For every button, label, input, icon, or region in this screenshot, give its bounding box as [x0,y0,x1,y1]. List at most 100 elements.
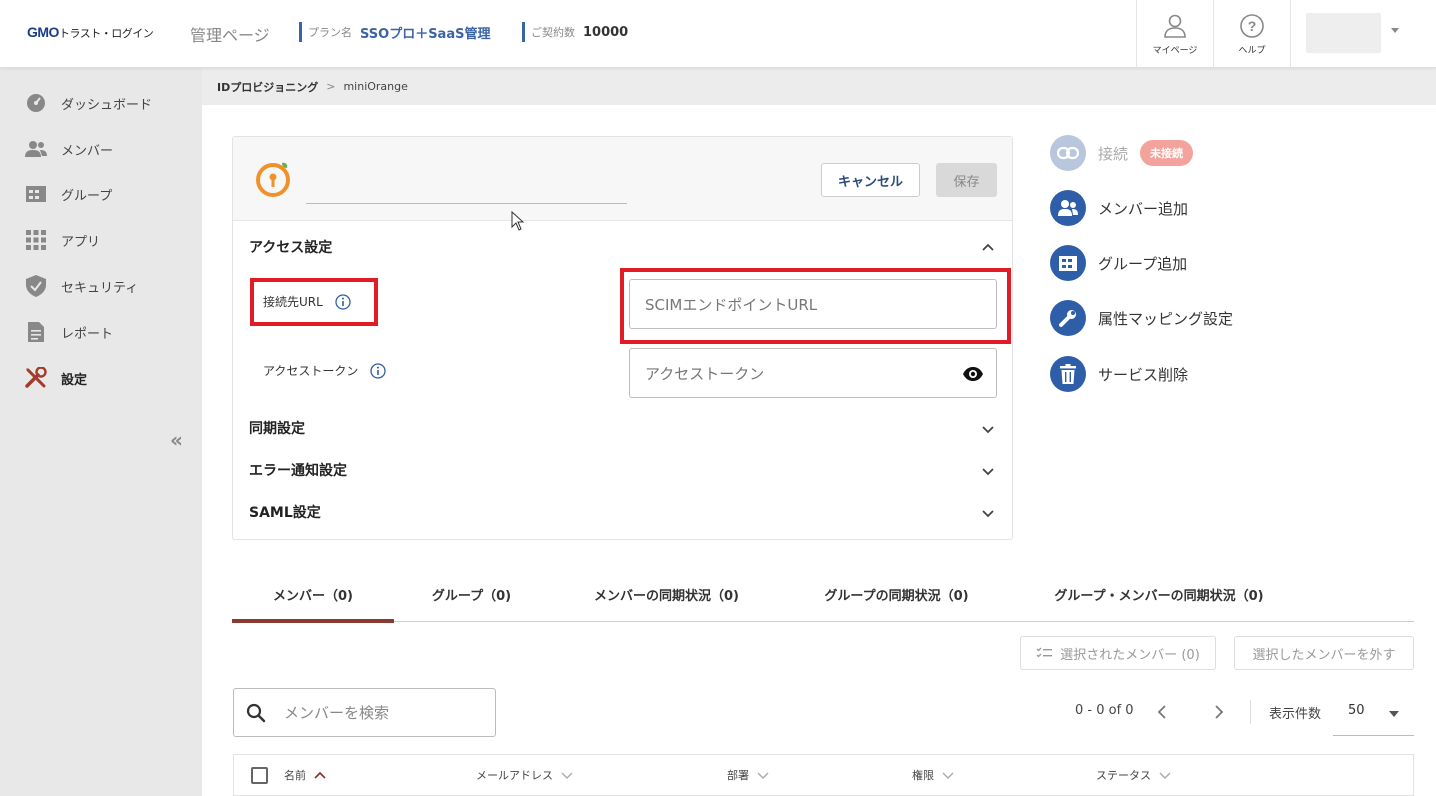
column-status[interactable]: ステータス [1096,767,1171,783]
sidebar-item-group[interactable]: グループ [0,177,202,211]
report-icon [25,321,47,343]
access-token-input[interactable]: アクセストークン [629,348,997,398]
sidebar-item-label: セキュリティ [61,280,139,296]
per-page-label: 表示件数 [1269,707,1322,722]
delete-service-action[interactable]: サービス削除 [1050,356,1188,392]
plan-info: プラン名 SSOプロ＋SaaS管理 [299,22,490,42]
chevron-down-icon[interactable] [981,422,995,436]
pager-divider [1250,700,1251,724]
group-icon [25,183,47,205]
chevron-down-icon[interactable] [1159,770,1171,780]
delete-service-label: サービス削除 [1098,365,1189,384]
trash-icon [1050,356,1086,392]
info-icon[interactable] [370,362,387,379]
members-icon [1050,190,1086,226]
chevron-down-icon[interactable] [757,770,769,780]
column-email-label: メールアドレス [476,769,553,782]
column-role-label: 権限 [912,769,934,782]
svg-text:?: ? [1248,18,1257,34]
brand-logo[interactable]: GMOトラスト・ログイン [27,24,154,41]
pagination-range: 0 - 0 of 0 [1075,703,1134,718]
sort-asc-icon[interactable] [314,770,326,780]
contract-value: 10000 [583,24,629,40]
chevron-down-icon[interactable] [981,506,995,520]
members-icon [25,138,47,160]
account-caret-icon[interactable] [1391,28,1399,33]
eye-icon[interactable] [962,363,984,385]
select-all-checkbox[interactable] [251,767,268,784]
sidebar-item-members[interactable]: メンバー [0,132,202,166]
per-page-select[interactable]: 50 [1333,690,1414,736]
admin-page-title: 管理ページ [190,26,270,45]
breadcrumb-parent-link[interactable]: IDプロビジョニング [217,79,318,95]
tab-member-sync-status[interactable]: メンバーの同期状況（0) [549,566,784,622]
saml-settings-header[interactable]: SAML設定 [249,502,321,522]
sidebar-item-label: ダッシュボード [61,97,153,113]
sidebar-item-label: 設定 [61,372,88,388]
sidebar-item-dashboard[interactable]: ダッシュボード [0,86,202,120]
add-group-label: グループ追加 [1098,254,1188,273]
logo-gmo-text: GMO [27,24,59,40]
service-name-input[interactable] [306,203,627,204]
breadcrumb-separator: > [326,80,336,93]
cancel-button[interactable]: キャンセル [821,163,920,197]
plan-label: プラン名 [308,26,352,39]
group-icon [1050,245,1086,281]
card-header: キャンセル 保存 [233,137,1012,221]
column-department[interactable]: 部署 [727,767,769,783]
tab-bar: メンバー（0) グループ（0) メンバーの同期状況（0) グループの同期状況（0… [232,566,1414,623]
attribute-mapping-action[interactable]: 属性マッピング設定 [1050,300,1233,336]
search-icon [246,703,266,722]
column-department-label: 部署 [727,769,749,782]
sidebar-item-label: グループ [61,188,113,204]
dropdown-caret-icon [1389,711,1399,717]
account-avatar[interactable] [1306,13,1381,53]
connection-status-badge: 未接続 [1140,140,1194,166]
tab-groups[interactable]: グループ（0) [394,566,549,622]
selected-members-label: 選択されたメンバー (0) [1060,647,1200,663]
mouse-cursor-icon [511,211,525,231]
add-member-action[interactable]: メンバー追加 [1050,190,1188,226]
add-group-action[interactable]: グループ追加 [1050,245,1187,281]
column-role[interactable]: 権限 [912,767,954,783]
sidebar-item-label: メンバー [61,143,114,159]
collapse-sidebar-button[interactable]: « [170,428,183,452]
column-email[interactable]: メールアドレス [476,767,573,783]
sidebar-item-report[interactable]: レポート [0,315,202,349]
sidebar-item-settings[interactable]: 設定 [0,361,202,395]
save-button[interactable]: 保存 [936,163,997,197]
access-token-label: アクセストークン [263,362,387,379]
prev-page-icon[interactable] [1155,703,1171,721]
access-token-placeholder: アクセストークン [645,364,765,383]
column-status-label: ステータス [1096,769,1151,782]
remove-selected-members-button[interactable]: 選択したメンバーを外す [1234,636,1414,670]
breadcrumb: IDプロビジョニング > miniOrange [202,68,1436,105]
next-page-icon[interactable] [1210,703,1226,721]
tab-group-member-sync-status[interactable]: グループ・メンバーの同期状況（0) [1009,566,1309,622]
sidebar-item-security[interactable]: セキュリティ [0,269,202,303]
tab-group-sync-status[interactable]: グループの同期状況（0) [784,566,1009,622]
column-name-label: 名前 [284,769,306,782]
tab-members[interactable]: メンバー（0) [232,566,394,623]
chevron-up-icon[interactable] [981,240,995,254]
apps-icon [25,229,47,251]
error-notification-settings-header[interactable]: エラー通知設定 [249,460,347,480]
help-button[interactable]: ? ヘルプ [1213,0,1290,68]
access-settings-header[interactable]: アクセス設定 [249,237,332,257]
help-label: ヘルプ [1238,45,1266,56]
dashboard-icon [25,92,47,114]
selected-members-button[interactable]: 選択されたメンバー (0) [1020,636,1216,670]
sidebar-item-apps[interactable]: アプリ [0,223,202,257]
member-search-input[interactable]: メンバーを検索 [233,688,496,737]
link-icon [1050,135,1086,171]
chevron-down-icon[interactable] [942,770,954,780]
shield-icon [25,275,47,297]
chevron-down-icon[interactable] [981,464,995,478]
sync-settings-header[interactable]: 同期設定 [249,418,305,438]
members-table-header: 名前 メールアドレス 部署 権限 ステータス [233,754,1414,796]
mypage-button[interactable]: マイページ [1136,0,1213,68]
per-page-value: 50 [1348,703,1365,718]
chevron-down-icon[interactable] [561,770,573,780]
column-name[interactable]: 名前 [284,767,326,783]
connect-action[interactable]: 接続 未接続 [1050,135,1194,171]
